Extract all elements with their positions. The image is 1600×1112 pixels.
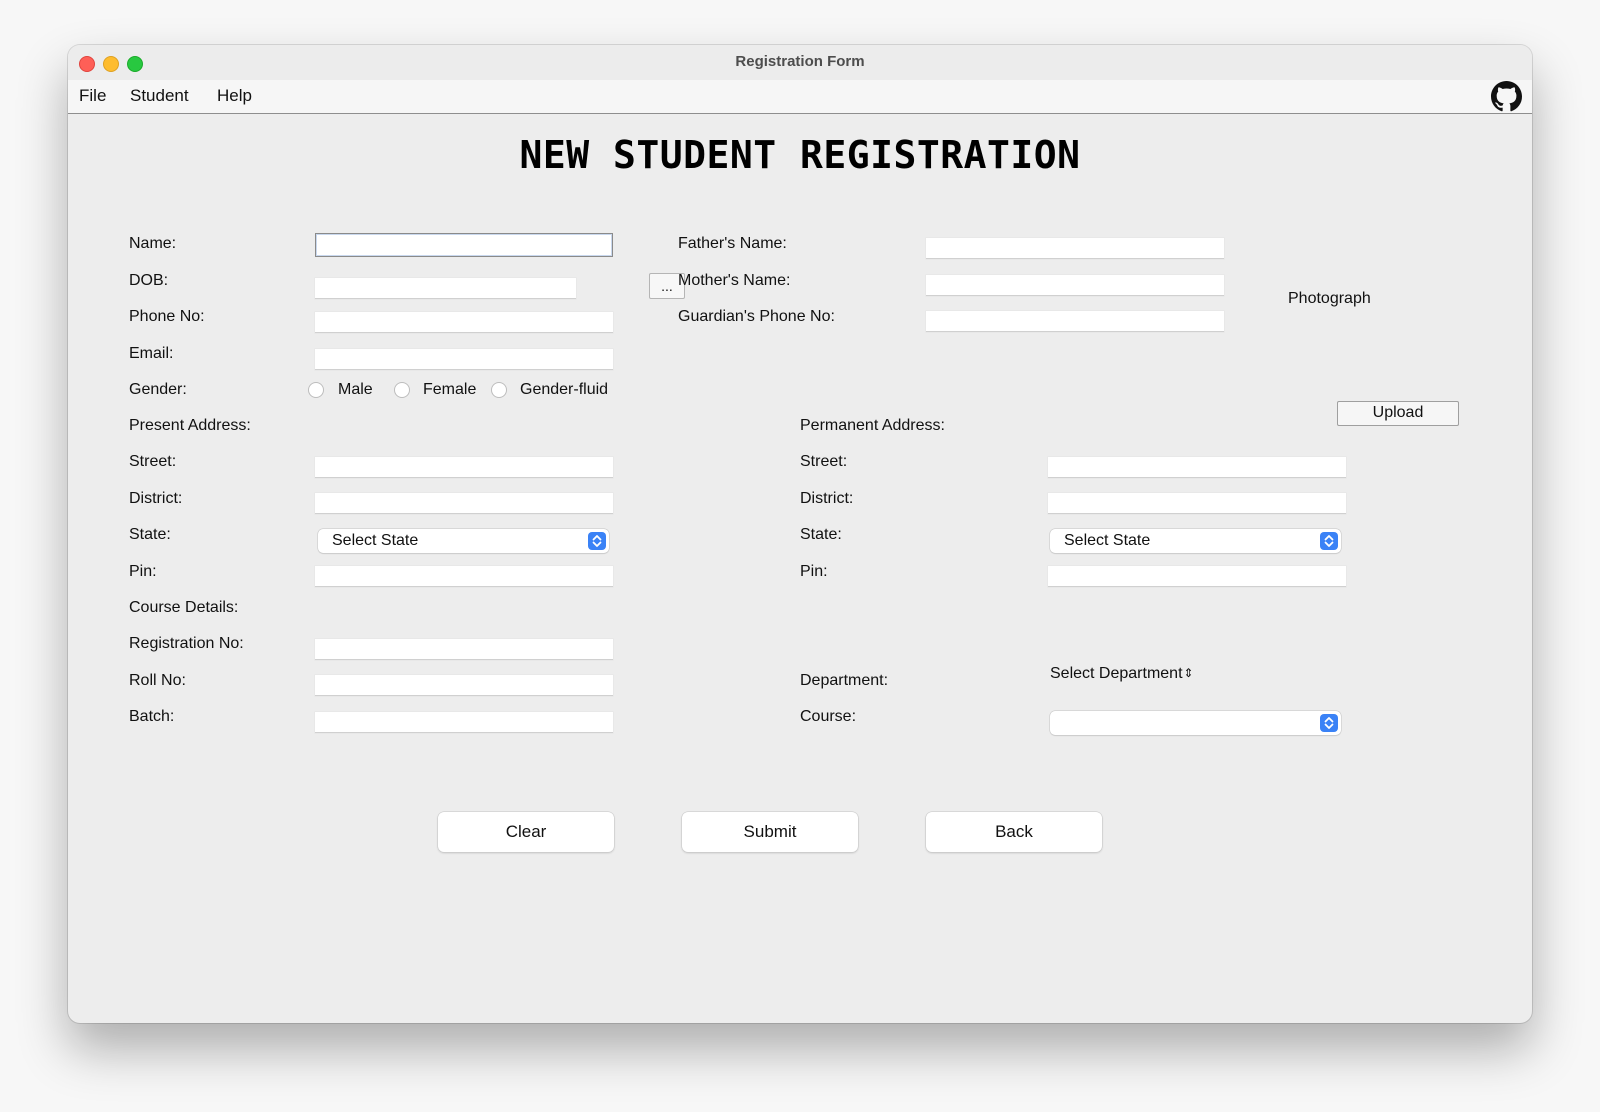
gender-fluid-radio[interactable] <box>491 382 507 398</box>
menu-help[interactable]: Help <box>217 86 252 106</box>
registration-window: Registration Form File Student Help NEW … <box>68 45 1532 1023</box>
back-button[interactable]: Back <box>926 812 1102 852</box>
permanent-pin-field[interactable] <box>1048 566 1346 587</box>
permanent-street-label: Street: <box>800 453 848 470</box>
title-bar: Registration Form <box>68 45 1532 80</box>
menu-file[interactable]: File <box>79 86 106 106</box>
guardian-phone-field[interactable] <box>926 311 1224 332</box>
phone-field[interactable] <box>315 312 613 333</box>
roll-no-field[interactable] <box>315 675 613 696</box>
present-pin-field[interactable] <box>315 566 613 587</box>
gender-female-label[interactable]: Female <box>423 381 476 399</box>
permanent-street-field[interactable] <box>1048 457 1346 478</box>
mother-name-label: Mother's Name: <box>678 272 791 289</box>
present-street-label: Street: <box>129 453 177 470</box>
present-state-select[interactable]: Select State <box>318 529 609 553</box>
batch-field[interactable] <box>315 712 613 733</box>
menu-bar: File Student Help <box>68 80 1532 114</box>
course-details-title: Course Details: <box>129 599 239 616</box>
father-name-label: Father's Name: <box>678 235 787 252</box>
father-name-field[interactable] <box>926 238 1224 259</box>
present-street-field[interactable] <box>315 457 613 478</box>
name-field[interactable] <box>315 233 613 257</box>
name-label: Name: <box>129 235 177 252</box>
phone-label: Phone No: <box>129 308 205 325</box>
clear-button[interactable]: Clear <box>438 812 614 852</box>
upload-button[interactable]: Upload <box>1337 401 1459 426</box>
permanent-address-title: Permanent Address: <box>800 417 945 434</box>
registration-no-field[interactable] <box>315 639 613 660</box>
permanent-district-field[interactable] <box>1048 493 1346 514</box>
select-stepper-icon <box>588 532 606 550</box>
batch-label: Batch: <box>129 708 175 725</box>
permanent-state-label: State: <box>800 526 842 543</box>
registration-no-label: Registration No: <box>129 635 244 652</box>
gender-label: Gender: <box>129 381 187 398</box>
mother-name-field[interactable] <box>926 275 1224 296</box>
present-state-label: State: <box>129 526 171 543</box>
gender-male-radio[interactable] <box>308 382 324 398</box>
email-field[interactable] <box>315 349 613 370</box>
dob-label: DOB: <box>129 272 169 289</box>
course-label: Course: <box>800 708 857 725</box>
dob-field[interactable] <box>315 278 576 299</box>
submit-button[interactable]: Submit <box>682 812 858 852</box>
permanent-district-label: District: <box>800 490 854 507</box>
permanent-pin-label: Pin: <box>800 563 828 580</box>
present-state-value: Select State <box>332 532 419 549</box>
present-district-field[interactable] <box>315 493 613 514</box>
permanent-state-select[interactable]: Select State <box>1050 529 1341 553</box>
gender-male-label[interactable]: Male <box>338 381 373 399</box>
course-select[interactable] <box>1050 711 1341 735</box>
menu-student[interactable]: Student <box>130 86 189 106</box>
present-address-title: Present Address: <box>129 417 251 434</box>
present-pin-label: Pin: <box>129 563 157 580</box>
photograph-label: Photograph <box>1288 290 1371 307</box>
guardian-phone-label: Guardian's Phone No: <box>678 308 835 325</box>
roll-no-label: Roll No: <box>129 672 186 689</box>
window-title: Registration Form <box>735 53 865 70</box>
page-title: NEW STUDENT REGISTRATION <box>519 133 1081 177</box>
present-district-label: District: <box>129 490 183 507</box>
permanent-state-value: Select State <box>1064 532 1151 549</box>
select-stepper-icon <box>1320 714 1338 732</box>
gender-female-radio[interactable] <box>394 382 410 398</box>
select-stepper-icon <box>1320 532 1338 550</box>
gender-fluid-label[interactable]: Gender-fluid <box>520 381 608 399</box>
email-label: Email: <box>129 345 174 362</box>
github-icon[interactable] <box>1491 81 1522 112</box>
department-label: Department: <box>800 672 889 689</box>
chevron-updown-icon: ⇕ <box>1183 666 1194 680</box>
department-value: Select Department <box>1050 665 1183 682</box>
department-select[interactable]: Select Department⇕ <box>1050 665 1194 683</box>
